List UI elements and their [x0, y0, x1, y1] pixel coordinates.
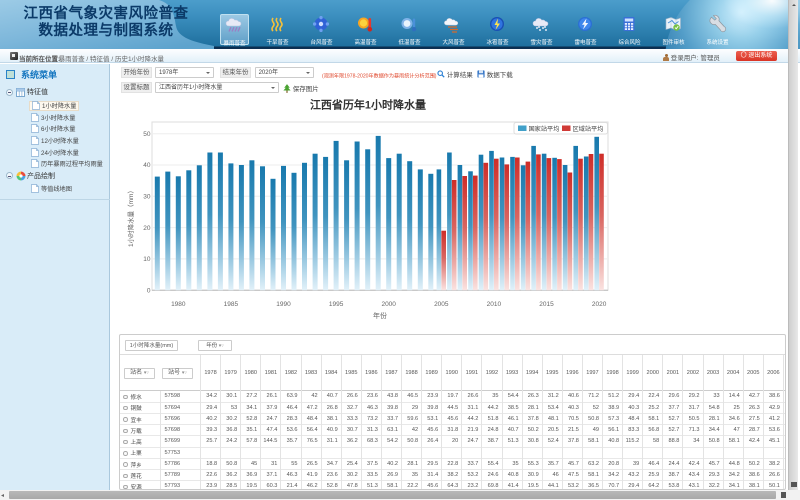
- svg-text:2010: 2010: [487, 301, 502, 308]
- svg-text:2005: 2005: [434, 301, 449, 308]
- svg-text:国家站平均: 国家站平均: [529, 125, 560, 133]
- svg-text:20: 20: [143, 225, 151, 232]
- svg-text:40: 40: [143, 162, 151, 169]
- svg-text:50: 50: [143, 131, 151, 138]
- svg-text:1995: 1995: [329, 301, 344, 308]
- svg-text:30: 30: [143, 194, 151, 201]
- svg-text:1985: 1985: [224, 301, 239, 308]
- svg-text:区域站平均: 区域站平均: [573, 125, 604, 133]
- svg-text:2020: 2020: [592, 301, 607, 308]
- svg-text:10: 10: [143, 256, 151, 263]
- svg-text:2015: 2015: [539, 301, 554, 308]
- svg-text:1小时降水量（mm）: 1小时降水量（mm）: [126, 187, 135, 247]
- svg-text:2000: 2000: [381, 301, 396, 308]
- svg-text:1980: 1980: [171, 301, 186, 308]
- svg-text:1990: 1990: [276, 301, 291, 308]
- svg-text:年份: 年份: [373, 311, 387, 320]
- svg-text:0: 0: [147, 287, 151, 294]
- svg-text:江西省历年1小时降水量: 江西省历年1小时降水量: [310, 99, 426, 112]
